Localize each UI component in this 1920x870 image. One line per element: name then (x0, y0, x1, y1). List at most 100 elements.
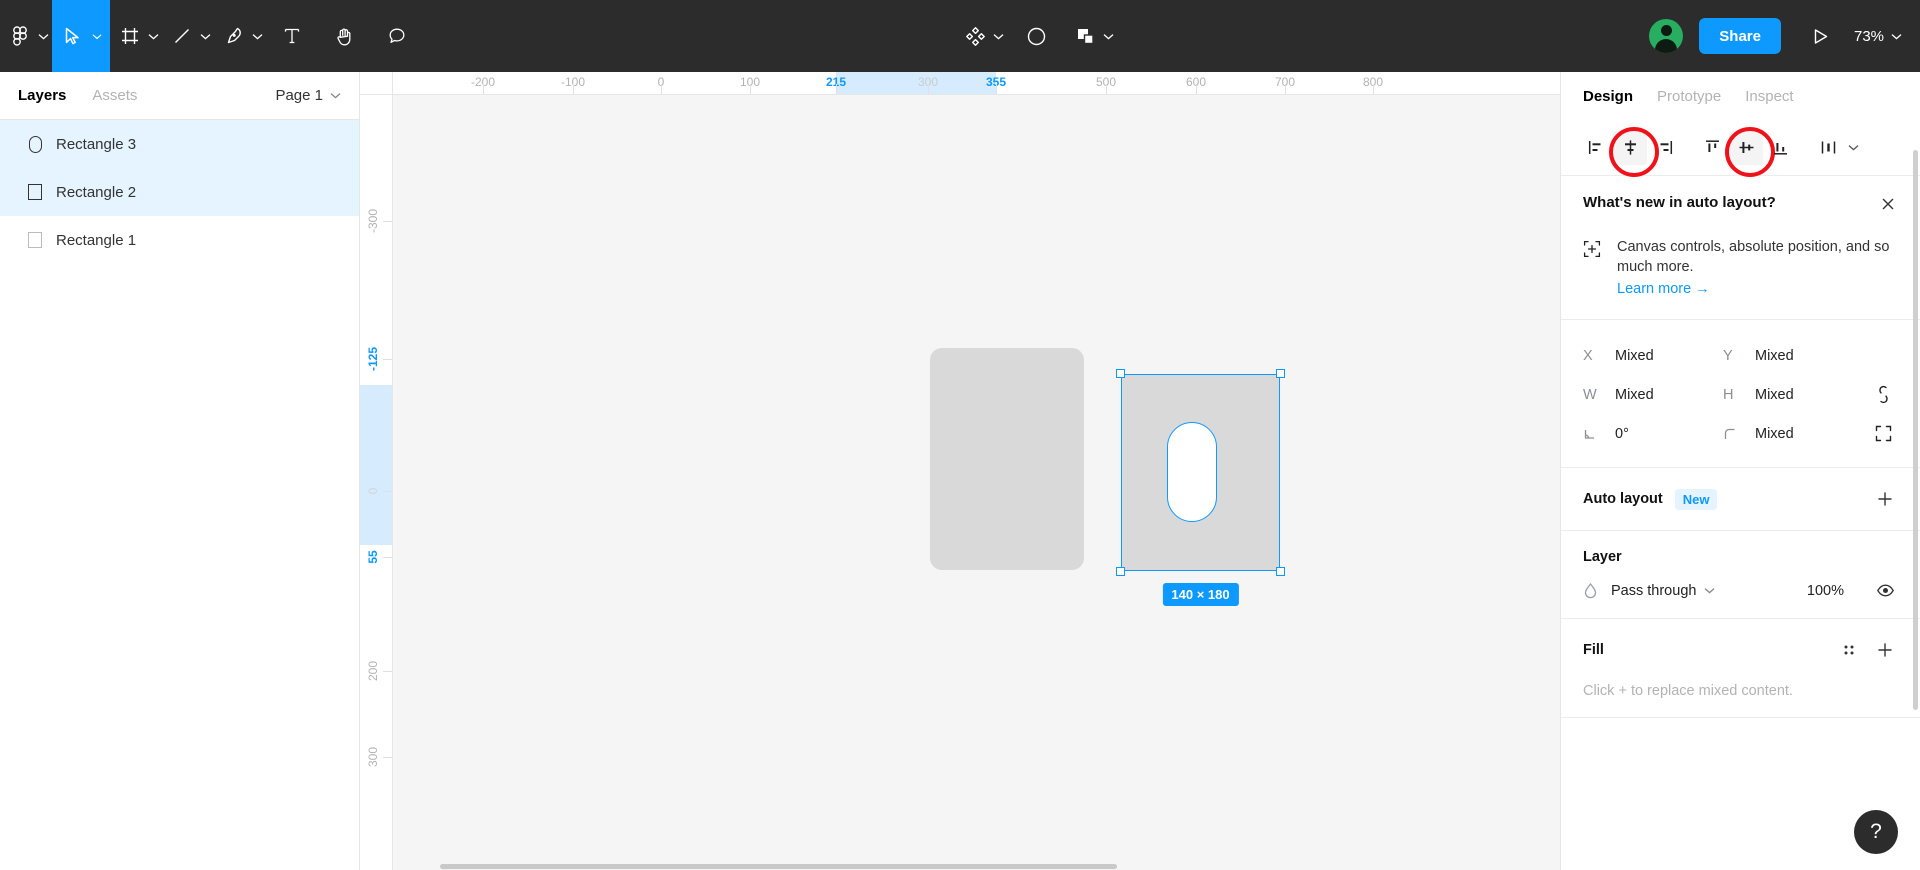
y-field[interactable]: Y Mixed (1723, 346, 1863, 366)
user-avatar[interactable] (1649, 19, 1683, 53)
fill-section-actions (1836, 637, 1898, 663)
ruler-h-tick (1285, 84, 1286, 94)
align-horizontal-center-icon[interactable] (1613, 131, 1647, 165)
help-button[interactable]: ? (1854, 810, 1898, 854)
align-vertical-center-icon[interactable] (1729, 131, 1763, 165)
plus-icon[interactable] (1872, 486, 1898, 512)
tab-layers[interactable]: Layers (18, 87, 66, 104)
move-tool-icon[interactable] (52, 0, 92, 72)
h-label: H (1723, 387, 1751, 403)
tab-design[interactable]: Design (1583, 88, 1633, 105)
mask-icon[interactable] (1008, 0, 1065, 72)
scrollbar-thumb[interactable] (440, 864, 1117, 869)
w-value[interactable]: Mixed (1611, 385, 1658, 405)
hand-tool-icon[interactable] (318, 0, 371, 72)
whats-new-body: Canvas controls, absolute position, and … (1583, 237, 1898, 299)
ruler-v-tick-label: 55 (366, 550, 380, 563)
layer-row-rectangle-3[interactable]: Rectangle 3 (0, 120, 359, 168)
blend-mode-value[interactable]: Pass through (1611, 583, 1696, 599)
align-bottom-icon[interactable] (1763, 131, 1797, 165)
text-tool-icon[interactable] (266, 0, 318, 72)
align-left-icon[interactable] (1579, 131, 1613, 165)
y-value[interactable]: Mixed (1751, 346, 1798, 366)
align-top-icon[interactable] (1695, 131, 1729, 165)
width-field[interactable]: W Mixed (1583, 385, 1723, 405)
close-icon[interactable] (1878, 194, 1898, 219)
x-value[interactable]: Mixed (1611, 346, 1658, 366)
blend-mode-chevron-icon[interactable] (1704, 587, 1715, 594)
layer-row-rectangle-2[interactable]: Rectangle 2 (0, 168, 359, 216)
figma-menu-icon[interactable] (0, 0, 34, 72)
corner-radius-value[interactable]: Mixed (1751, 424, 1798, 444)
auto-layout-new-badge: New (1675, 489, 1718, 510)
h-value[interactable]: Mixed (1751, 385, 1798, 405)
page-selector[interactable]: Page 1 (275, 87, 341, 104)
shape-line-tool-icon[interactable] (162, 0, 196, 72)
independent-corners-icon[interactable] (1868, 419, 1898, 449)
canvas-selection-group[interactable] (1121, 374, 1280, 571)
components-chevron-icon[interactable] (990, 33, 1008, 40)
components-icon[interactable] (955, 0, 990, 72)
ruler-v-tick-label: -125 (366, 347, 380, 371)
corner-radius-field[interactable]: Mixed (1723, 424, 1863, 444)
eye-icon[interactable] (1872, 581, 1898, 600)
selection-handle-bottom-left[interactable] (1116, 567, 1125, 576)
learn-more-link[interactable]: Learn more → (1617, 279, 1710, 299)
tab-inspect[interactable]: Inspect (1745, 88, 1793, 105)
ruler-h-tick (996, 84, 997, 94)
rotation-corner-row: 0° Mixed (1583, 414, 1898, 453)
ruler-v-tick (383, 757, 393, 758)
canvas-viewport[interactable]: 140 × 180 (393, 95, 1560, 870)
right-panel-tabs: Design Prototype Inspect (1561, 72, 1920, 120)
selection-handle-top-left[interactable] (1116, 369, 1125, 378)
opacity-value[interactable]: 100% (1807, 583, 1844, 599)
size-row: W Mixed H Mixed (1583, 375, 1898, 414)
ruler-v-tick (383, 557, 393, 558)
y-label: Y (1723, 348, 1751, 364)
selection-size-badge: 140 × 180 (1162, 583, 1238, 606)
layer-row-rectangle-1[interactable]: Rectangle 1 (0, 216, 359, 264)
shape-tool-chevron-icon[interactable] (196, 33, 214, 40)
constrain-proportions-icon[interactable] (1868, 380, 1898, 410)
selection-handle-top-right[interactable] (1276, 369, 1285, 378)
layer-name: Rectangle 2 (52, 184, 136, 201)
zoom-level-value: 73% (1854, 28, 1884, 45)
ruler-h-tick (1196, 84, 1197, 94)
distribute-icon[interactable] (1811, 131, 1845, 165)
move-tool-chevron-icon[interactable] (92, 0, 110, 72)
selection-handle-bottom-right[interactable] (1276, 567, 1285, 576)
left-panel-tabs: Layers Assets Page 1 (0, 72, 359, 120)
frame-tool-icon[interactable] (110, 0, 144, 72)
right-panel-scrollbar[interactable] (1913, 150, 1918, 710)
tab-assets[interactable]: Assets (92, 87, 137, 104)
rotation-value[interactable]: 0° (1611, 424, 1633, 444)
canvas-area[interactable]: -200-1000100215300355500600700800 -300-1… (360, 72, 1560, 870)
x-field[interactable]: X Mixed (1583, 346, 1723, 366)
align-right-icon[interactable] (1647, 131, 1681, 165)
zoom-level-control[interactable]: 73% (1846, 28, 1902, 45)
vertical-ruler[interactable]: -300-125055200300 (360, 95, 393, 870)
frame-tool-chevron-icon[interactable] (144, 33, 162, 40)
figma-menu-chevron-icon[interactable] (34, 33, 52, 40)
pen-tool-chevron-icon[interactable] (248, 33, 266, 40)
boolean-chevron-icon[interactable] (1100, 33, 1118, 40)
rotation-field[interactable]: 0° (1583, 424, 1723, 444)
distribute-chevron-icon[interactable] (1845, 144, 1861, 151)
style-grid-icon[interactable] (1836, 637, 1862, 663)
auto-layout-header: Auto layout New (1583, 486, 1898, 512)
share-button[interactable]: Share (1699, 18, 1781, 54)
comment-tool-icon[interactable] (371, 0, 423, 72)
ruler-h-tick (661, 84, 662, 94)
tab-prototype[interactable]: Prototype (1657, 88, 1721, 105)
add-fill-plus-icon[interactable] (1872, 637, 1898, 663)
alignment-toolbar (1561, 120, 1920, 176)
rect-layer-icon (18, 184, 52, 200)
canvas-shape-rectangle-1[interactable] (930, 348, 1084, 570)
present-play-icon[interactable] (1797, 27, 1844, 46)
height-field[interactable]: H Mixed (1723, 385, 1863, 405)
canvas-shape-rectangle-3[interactable] (1167, 422, 1217, 522)
pen-tool-icon[interactable] (214, 0, 248, 72)
canvas-horizontal-scrollbar[interactable] (393, 863, 1560, 870)
horizontal-ruler[interactable]: -200-1000100215300355500600700800 (393, 72, 1560, 95)
boolean-union-icon[interactable] (1065, 0, 1100, 72)
